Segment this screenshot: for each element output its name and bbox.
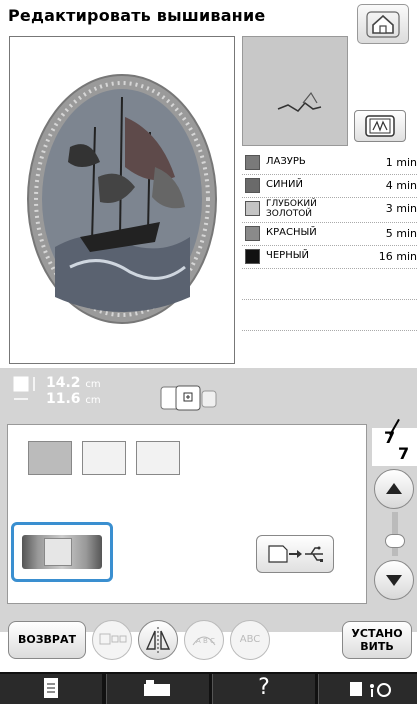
machine-tab[interactable]: [106, 674, 209, 704]
embroidery-preview[interactable]: [9, 36, 235, 364]
back-button-label: ВОЗВРАТ: [17, 633, 76, 646]
thread-color-swatch: [245, 249, 260, 264]
pattern-option-1[interactable]: [28, 441, 72, 475]
thread-color-swatch: [245, 201, 260, 216]
home-button[interactable]: [357, 4, 409, 44]
usb-export-button[interactable]: [256, 535, 334, 573]
spacing-button: ABC: [230, 620, 270, 660]
thumbnail-ship-icon: [277, 91, 322, 112]
thread-color-swatch: [245, 155, 260, 170]
selected-design-button[interactable]: [11, 522, 113, 582]
thread-color-list: ЛАЗУРЬ 1 min СИНИЙ 4 min ГЛУБОКИЙ ЗОЛОТО…: [242, 152, 417, 361]
set-button-label: УСТАНО ВИТЬ: [351, 627, 403, 653]
thread-row: ГЛУБОКИЙ ЗОЛОТОЙ 3 min: [242, 198, 417, 223]
size-icon: [13, 376, 35, 400]
page-title: Редактировать вышивание: [8, 6, 266, 25]
pattern-option-3[interactable]: [136, 441, 180, 475]
border-button: [92, 620, 132, 660]
page-total: 7: [398, 444, 410, 463]
thread-time: 5 min: [385, 227, 417, 240]
thread-row: ЧЕРНЫЙ 16 min: [242, 246, 417, 269]
thread-row-empty: [242, 300, 417, 331]
thread-row: СИНИЙ 4 min: [242, 175, 417, 198]
thread-time: 16 min: [378, 250, 417, 263]
svg-text:A B C: A B C: [196, 637, 215, 645]
scroll-up-button[interactable]: [374, 469, 414, 509]
thread-time: 3 min: [385, 202, 417, 215]
help-icon: ?: [258, 675, 270, 700]
set-button[interactable]: УСТАНО ВИТЬ: [342, 621, 412, 659]
thread-name: ЛАЗУРЬ: [266, 156, 306, 167]
settings-tab[interactable]: [318, 674, 417, 704]
arrow-down-icon: [386, 575, 402, 586]
back-button[interactable]: ВОЗВРАТ: [8, 621, 86, 659]
scroll-down-button[interactable]: [374, 560, 414, 600]
width-value: 11.6: [46, 391, 81, 407]
height-value: 14.2: [46, 375, 81, 391]
sewing-machine-icon: [144, 680, 170, 696]
thread-time: 1 min: [385, 156, 417, 169]
width-unit: cm: [85, 395, 101, 406]
thread-row-empty: [242, 331, 417, 361]
layout-toggle[interactable]: [160, 385, 226, 411]
height-unit: cm: [85, 379, 101, 390]
arrow-up-icon: [386, 483, 402, 494]
edit-panel: [7, 424, 367, 604]
frame-position-icon: [160, 385, 217, 411]
help-tab[interactable]: ?: [212, 674, 315, 704]
thread-name: СИНИЙ: [266, 179, 303, 190]
border-icon: [99, 633, 127, 645]
home-icon: [366, 11, 400, 38]
scrollbar-thumb[interactable]: [385, 534, 405, 548]
thread-time: 4 min: [385, 179, 417, 192]
page-indicator: 7 7: [372, 418, 417, 466]
document-icon: [44, 678, 58, 698]
ship-embroidery-image: [27, 74, 217, 324]
hoop-icon: [365, 115, 395, 137]
abc-label: ABC: [239, 634, 261, 645]
thread-color-swatch: [245, 226, 260, 241]
thread-name: КРАСНЫЙ: [266, 227, 317, 238]
thread-row: КРАСНЫЙ 5 min: [242, 223, 417, 246]
mirror-button[interactable]: [138, 620, 178, 660]
design-thumbnail: [242, 36, 348, 146]
thread-row-empty: [242, 269, 417, 300]
arc-text-icon: A B C: [192, 636, 216, 646]
document-tab[interactable]: [0, 674, 102, 704]
settings-icon: [349, 682, 391, 697]
thread-name: ГЛУБОКИЙ ЗОЛОТОЙ: [266, 199, 317, 219]
thread-row: ЛАЗУРЬ 1 min: [242, 152, 417, 175]
thread-color-swatch: [245, 178, 260, 193]
hoop-display-button[interactable]: [354, 110, 406, 142]
usb-icon: [268, 545, 323, 563]
bottom-nav: ?: [0, 672, 417, 704]
pattern-option-2[interactable]: [82, 441, 126, 475]
thread-name: ЧЕРНЫЙ: [266, 250, 310, 261]
mirror-icon: [145, 627, 171, 653]
arc-text-button: A B C: [184, 620, 224, 660]
